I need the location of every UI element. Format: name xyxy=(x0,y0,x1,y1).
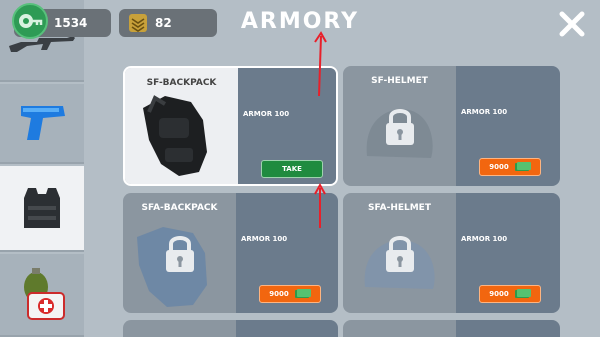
cash-icon xyxy=(514,289,531,298)
take-button[interactable]: TAKE xyxy=(261,160,323,178)
item-preview: SFA-BACKPACK xyxy=(123,193,236,313)
close-icon xyxy=(559,11,585,37)
price-label: 9000 xyxy=(269,290,289,298)
item-details: ARMOR 100 9000 xyxy=(456,66,560,186)
buy-button[interactable]: 9000 xyxy=(479,158,541,176)
price-label: 9000 xyxy=(489,163,509,171)
cash-icon xyxy=(514,162,531,171)
lock-icon xyxy=(386,236,414,272)
annotation-arrow-title xyxy=(314,31,327,97)
item-card-sf-backpack[interactable]: SF-BACKPACK ARMOR 100 TAKE xyxy=(123,66,338,186)
item-preview xyxy=(123,320,236,337)
category-sidebar xyxy=(0,0,84,337)
item-preview xyxy=(343,320,456,337)
item-details: ARMOR 100 9000 xyxy=(456,193,560,313)
armor-stat: ARMOR 100 xyxy=(241,235,288,243)
top-bar: 1534 82 ARMORY xyxy=(0,0,600,48)
item-preview: SF-HELMET xyxy=(343,66,456,186)
item-card-partial[interactable] xyxy=(123,320,338,337)
vest-icon xyxy=(24,188,60,228)
armor-stat: ARMOR 100 xyxy=(461,235,508,243)
buy-button[interactable]: 9000 xyxy=(479,285,541,303)
item-details xyxy=(236,320,338,337)
item-preview: SF-BACKPACK xyxy=(125,68,238,184)
backpack-image xyxy=(143,95,207,176)
item-card-sfa-backpack[interactable]: SFA-BACKPACK ARMOR 100 9000 xyxy=(123,193,338,313)
armor-tab[interactable] xyxy=(0,166,84,252)
pistol-tab[interactable] xyxy=(0,84,84,164)
item-card-sf-helmet[interactable]: SF-HELMET ARMOR 100 9000 xyxy=(343,66,560,186)
item-card-partial[interactable] xyxy=(343,320,560,337)
cash-icon xyxy=(294,289,311,298)
annotation-arrow-take xyxy=(314,182,326,228)
price-label: 9000 xyxy=(489,290,509,298)
buy-button[interactable]: 9000 xyxy=(259,285,321,303)
close-button[interactable] xyxy=(556,8,588,40)
page-title: ARMORY xyxy=(240,9,360,34)
lock-icon xyxy=(386,109,414,145)
pistol-icon xyxy=(21,106,65,140)
supplies-tab[interactable] xyxy=(0,254,84,337)
item-card-sfa-helmet[interactable]: SFA-HELMET ARMOR 100 9000 xyxy=(343,193,560,313)
grenade-medkit-icon xyxy=(24,267,65,320)
lock-icon xyxy=(166,236,194,272)
item-details xyxy=(456,320,560,337)
item-preview: SFA-HELMET xyxy=(343,193,456,313)
armor-stat: ARMOR 100 xyxy=(243,110,290,118)
take-label: TAKE xyxy=(282,165,302,173)
armor-stat: ARMOR 100 xyxy=(461,108,508,116)
